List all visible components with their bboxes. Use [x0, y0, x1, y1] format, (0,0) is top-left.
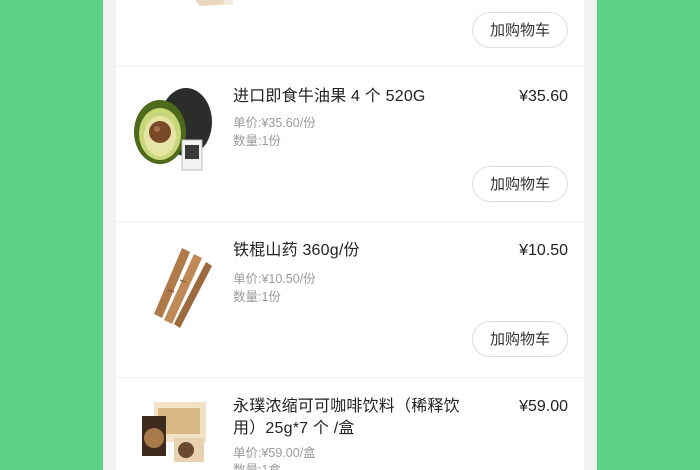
add-to-cart-button-0[interactable]: 加购物车: [472, 12, 568, 48]
item-price-1: ¥35.60: [519, 88, 568, 105]
add-to-cart-button-1[interactable]: 加购物车: [472, 166, 568, 202]
item-price-3: ¥59.00: [519, 398, 568, 415]
item-price-2: ¥10.50: [519, 242, 568, 259]
item-title-1: 进口即食牛油果 4 个 520G: [233, 88, 426, 105]
divider: [116, 66, 584, 67]
product-image-partial: [188, 0, 238, 10]
yam-image: [124, 240, 220, 333]
add-to-cart-button-2[interactable]: 加购物车: [472, 321, 568, 357]
unit-price-3: 单价:¥59.00/盒: [233, 446, 316, 460]
divider: [116, 377, 584, 378]
item-title-3: 永璞浓缩可可咖啡饮料（稀释饮用）25g*7 个 /盒: [233, 398, 460, 437]
quantity-1: 数量:1份: [233, 134, 281, 148]
unit-price-1: 单价:¥35.60/份: [233, 116, 316, 130]
phone-screen: 加购物车 进口即食牛油果 4 个 520G ¥35.60 单价:¥35.60/份…: [103, 0, 597, 470]
divider: [116, 221, 584, 222]
quantity-3: 数量:1盒: [233, 463, 281, 470]
item-title-2: 铁棍山药 360g/份: [233, 242, 360, 259]
order-card: 加购物车 进口即食牛油果 4 个 520G ¥35.60 单价:¥35.60/份…: [116, 0, 584, 470]
quantity-2: 数量:1份: [233, 290, 281, 304]
avocado-image: [124, 82, 220, 183]
unit-price-2: 单价:¥10.50/份: [233, 272, 316, 286]
coffee-box-image: [124, 398, 224, 470]
